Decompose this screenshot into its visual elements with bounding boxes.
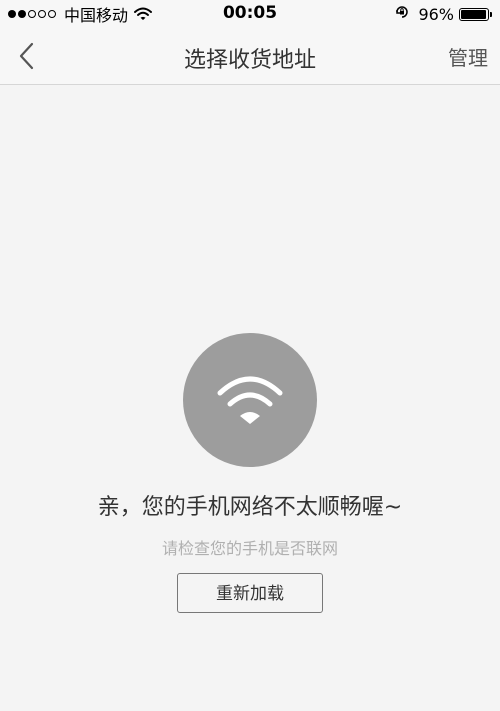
screen: 中国移动 00:05 96% 选择收货地址 管理 亲，您的手机网络不太顺畅喔~ …	[0, 0, 500, 711]
wifi-icon	[183, 333, 317, 467]
error-hint: 请检查您的手机是否联网	[161, 539, 338, 558]
reload-button[interactable]: 重新加载	[177, 573, 323, 613]
battery-level-fill	[461, 9, 486, 19]
page-title: 选择收货地址	[183, 48, 316, 73]
status-bar: 中国移动 00:05 96%	[0, 0, 500, 28]
manage-button[interactable]: 管理	[448, 42, 488, 71]
error-message: 亲，您的手机网络不太顺畅喔~	[97, 495, 403, 520]
battery-percent: 96%	[418, 4, 454, 24]
status-right: 96%	[394, 4, 492, 24]
network-error-state: 亲，您的手机网络不太顺畅喔~ 请检查您的手机是否联网 重新加载	[0, 333, 500, 613]
battery-icon	[459, 7, 489, 21]
navigation-bar: 选择收货地址 管理	[0, 28, 500, 85]
battery-cap	[490, 11, 492, 17]
rotation-lock-icon	[394, 4, 410, 24]
